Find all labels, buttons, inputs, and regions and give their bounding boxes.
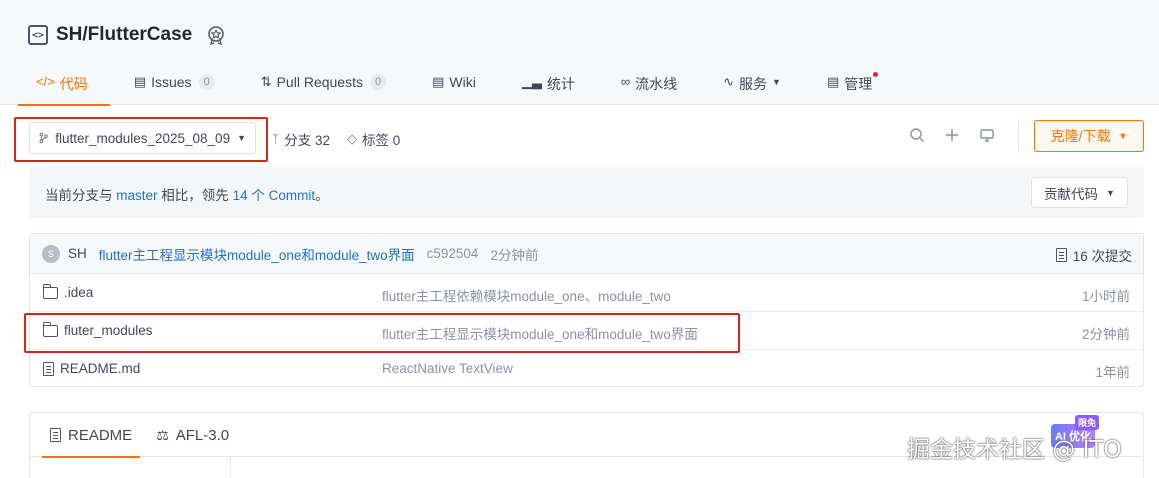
file-name: .idea [64,285,94,300]
chevron-down-icon: ▼ [772,77,781,87]
notification-dot [873,72,879,77]
scale-icon: ⚖ [156,426,169,443]
tag-icon: ◇ [347,131,357,146]
commits-icon [1055,248,1067,262]
folder-icon [42,283,58,299]
tab-wiki[interactable]: ▤ Wiki [432,66,476,105]
file-time: 1小时前 [1081,289,1130,304]
file-name: README.md [60,361,141,376]
tags-link[interactable]: ◇ 标签 0 [347,129,400,149]
watermark: 掘金技术社区 @ ITO [907,437,1122,463]
base-branch-link[interactable]: master [116,188,157,203]
issues-icon: ▤ [133,74,147,89]
commits-count-link[interactable]: 16 次提交 [1055,245,1132,265]
repo-code-icon: <> [28,25,48,45]
tab-label: 统计 [546,76,575,92]
contribute-label: 贡献代码 [1044,186,1099,202]
service-icon: ∿ [723,74,735,89]
tab-label: AFL-3.0 [175,426,230,444]
branches-link[interactable]: ᛉ 分支 32 [272,129,330,149]
clone-download-button[interactable]: 克隆/下载 ▼ [1034,120,1144,152]
commits-label: 16 次提交 [1072,249,1132,264]
pipeline-icon: ∞ [620,74,631,89]
branch-compare-bar: 当前分支与 master 相比，领先 14 个 Commit。 贡献代码 ▼ [29,167,1144,218]
repo-toolbar: flutter_modules_2025_08_09 ▼ ᛉ 分支 32 ◇ 标… [0,105,1159,167]
commit-sha[interactable]: c592504 [427,246,479,261]
compare-middle: 相比，领先 [161,188,229,203]
pull-request-icon: ⇅ [260,74,272,89]
commit-time: 2分钟前 [490,247,539,263]
branch-count-icon: ᛉ [272,132,280,146]
tab-stats[interactable]: ▁▃ 统计 [522,66,575,105]
file-time: 1年前 [1095,365,1130,380]
file-name: fluter_modules [64,323,153,338]
stats-icon: ▁▃ [521,74,542,89]
branches-label: 分支 32 [284,133,330,148]
tab-label: README [68,426,133,444]
tab-label: 服务 [739,76,768,92]
free-badge: 限免 [1074,415,1099,430]
tags-label: 标签 0 [362,133,401,148]
table-row[interactable]: fluter_modules flutter主工程显示模块module_one和… [30,312,1143,350]
tab-service[interactable]: ∿ 服务 ▼ [723,66,781,105]
file-name-link[interactable]: .idea [42,283,94,300]
tab-label: 流水线 [635,76,678,92]
chevron-down-icon: ▼ [237,133,246,143]
tab-manage[interactable]: ▤ 管理 [826,66,879,105]
file-table: S SH flutter主工程显示模块module_one和module_two… [29,233,1144,387]
ahead-commits-link[interactable]: 14 个 Commit [233,188,316,203]
repo-title[interactable]: SH/FlutterCase [56,24,192,46]
file-name-link[interactable]: README.md [43,361,140,376]
tab-license[interactable]: ⚖ AFL-3.0 [148,413,237,457]
tab-issues[interactable]: ▤ Issues 0 [134,66,215,105]
tab-label: 管理 [844,76,873,92]
table-row[interactable]: README.md ReactNative TextView 1年前 [30,350,1143,388]
repo-header: <> SH/FlutterCase </> 代码 ▤ Issues 0 ⇅ Pu… [0,0,1159,106]
branch-icon [39,132,48,144]
readme-sidebar-divider [230,457,231,478]
search-icon[interactable] [908,127,926,145]
avatar[interactable]: S [42,244,60,263]
folder-icon [42,321,58,337]
file-time: 2分钟前 [1081,327,1130,342]
tab-label: Pull Requests [276,74,363,90]
web-ide-icon[interactable] [978,127,996,145]
commit-message-link[interactable]: flutter主工程显示模块module_one和module_two界面 [99,244,415,264]
issues-count-badge: 0 [198,74,215,90]
branch-name: flutter_modules_2025_08_09 [55,130,231,146]
commit-author[interactable]: SH [68,246,87,261]
code-icon: </> [36,74,55,89]
compare-prefix: 当前分支与 [45,188,113,203]
latest-commit-row: S SH flutter主工程显示模块module_one和module_two… [30,234,1143,274]
tab-pipeline[interactable]: ∞ 流水线 [621,66,677,105]
manage-icon: ▤ [826,74,840,89]
chevron-down-icon: ▼ [1106,187,1115,198]
repo-tabs: </> 代码 ▤ Issues 0 ⇅ Pull Requests 0 ▤ Wi… [18,66,918,106]
file-commit-message[interactable]: ReactNative TextView [382,361,513,376]
file-commit-message[interactable]: flutter主工程依赖模块module_one、module_two [382,285,671,305]
repo-title-block: <> SH/FlutterCase [28,24,226,46]
readme-icon [50,428,61,442]
chevron-down-icon: ▼ [1118,131,1128,141]
compare-text: 当前分支与 master 相比，领先 14 个 Commit。 [45,184,329,204]
wiki-icon: ▤ [432,74,445,89]
compare-suffix: 。 [315,188,329,203]
file-name-link[interactable]: fluter_modules [42,321,153,338]
table-row[interactable]: .idea flutter主工程依赖模块module_one、module_tw… [30,274,1143,312]
tab-label: Issues [151,74,192,90]
pr-count-badge: 0 [369,74,387,90]
tab-label: 代码 [59,76,88,92]
tab-code[interactable]: </> 代码 [18,66,110,106]
verified-badge-icon [208,26,224,45]
file-icon [43,361,54,376]
clone-label: 克隆/下载 [1050,128,1111,144]
file-commit-message[interactable]: flutter主工程显示模块module_one和module_two界面 [382,323,698,343]
tab-readme[interactable]: README [42,413,141,458]
tab-pull-requests[interactable]: ⇅ Pull Requests 0 [260,66,387,105]
add-file-icon[interactable] [943,127,961,145]
tab-label: Wiki [449,74,476,90]
contribute-button[interactable]: 贡献代码 ▼ [1031,177,1128,208]
toolbar-divider [1018,119,1019,153]
branch-select[interactable]: flutter_modules_2025_08_09 ▼ [29,122,256,154]
